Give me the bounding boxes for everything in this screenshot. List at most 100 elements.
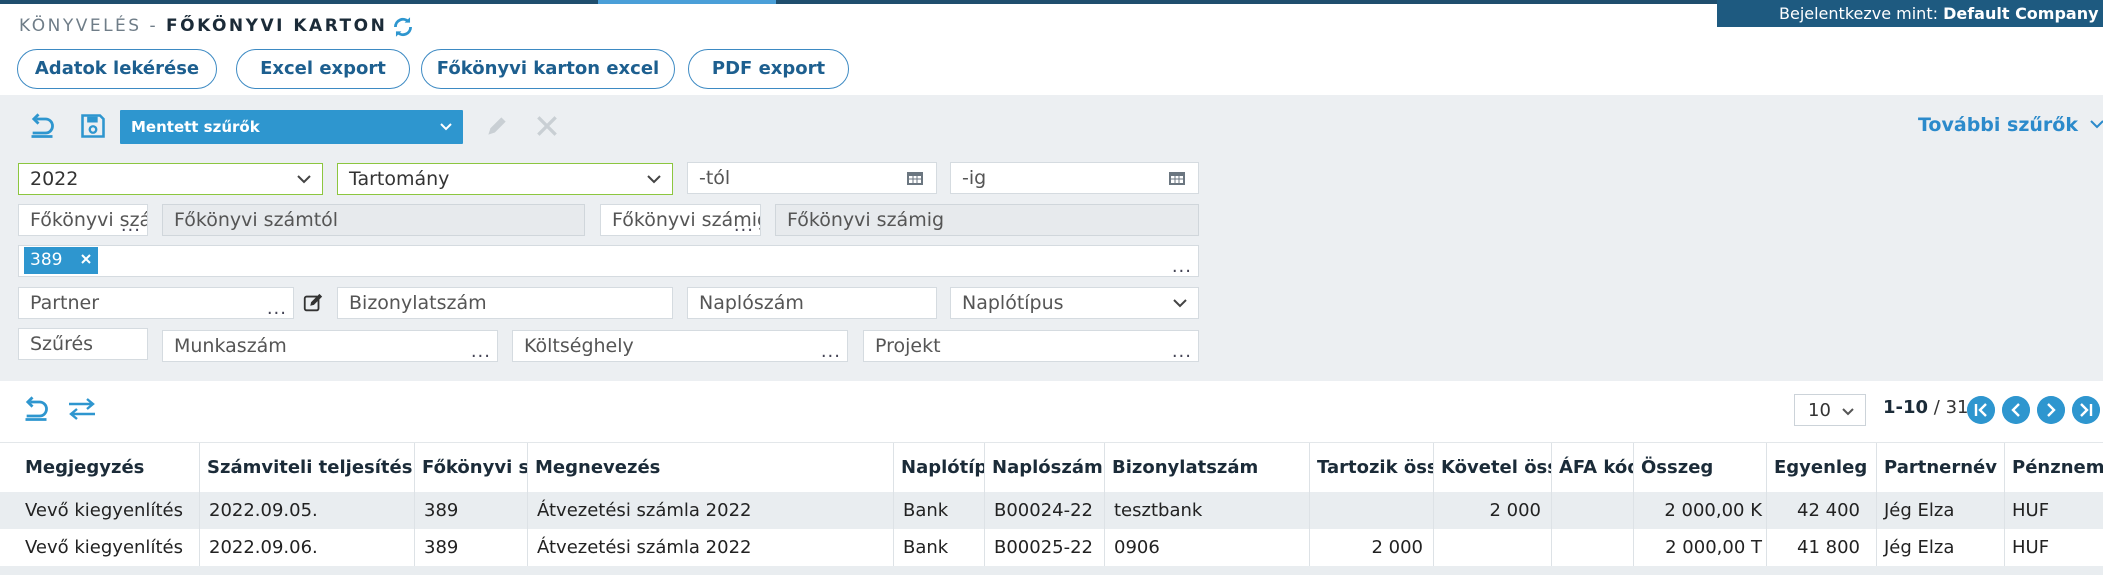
column-header[interactable]: Megnevezés bbox=[528, 443, 894, 493]
cell-date: 2022.09.06. bbox=[200, 529, 415, 566]
cell-vat bbox=[1552, 492, 1634, 529]
more-icon[interactable]: ... bbox=[471, 337, 491, 361]
column-header[interactable]: Megjegyzés bbox=[18, 443, 200, 493]
cell-amount: 2 000,00 T bbox=[1634, 529, 1767, 566]
cell-name: Átvezetési számla 2022 bbox=[528, 492, 894, 529]
column-header[interactable]: Naplótípus bbox=[894, 443, 985, 493]
remove-tag-icon[interactable] bbox=[80, 253, 92, 265]
cell-name: Átvezetési számla 2022 bbox=[528, 529, 894, 566]
ledger-card-excel-button[interactable]: Főkönyvi karton excel bbox=[421, 49, 675, 89]
last-page-icon[interactable] bbox=[2072, 396, 2100, 424]
account-from-lookup[interactable]: Főkönyvi szá... bbox=[18, 204, 148, 236]
loading-indicator bbox=[598, 0, 776, 4]
column-header[interactable]: Számviteli teljesítés dátuma bbox=[200, 443, 415, 493]
account-from-name: Főkönyvi számtól bbox=[162, 204, 585, 236]
calendar-icon[interactable] bbox=[906, 170, 924, 186]
filter-select[interactable]: Szűrés bbox=[18, 328, 148, 360]
cell-note: Vevő kiegyenlítés bbox=[18, 529, 200, 566]
pager-range: 1-10 / 31 bbox=[1883, 397, 1969, 418]
more-icon[interactable]: ... bbox=[267, 294, 287, 318]
date-from-input[interactable]: -tól bbox=[687, 162, 937, 194]
cell-journal-type: Bank bbox=[894, 529, 985, 566]
logged-in-user: Bejelentkezve mint: Default Company bbox=[1717, 0, 2103, 27]
journal-type-select[interactable]: Naplótípus bbox=[950, 287, 1199, 319]
cell-amount: 2 000,00 K bbox=[1634, 492, 1767, 529]
next-page-icon[interactable] bbox=[2037, 396, 2065, 424]
edit-partner-icon[interactable] bbox=[302, 292, 324, 314]
job-number-input[interactable]: Munkaszám... bbox=[162, 330, 498, 362]
cell-account: 389 bbox=[415, 529, 528, 566]
account-tag: 389 bbox=[24, 247, 98, 274]
column-header[interactable]: Összeg bbox=[1634, 443, 1767, 493]
column-header[interactable]: Tartozik összeg bbox=[1310, 443, 1434, 493]
table-header: Megjegyzés Számviteli teljesítés dátuma … bbox=[0, 442, 2103, 493]
page-title: FŐKÖNYVI KARTON bbox=[166, 16, 388, 36]
column-header[interactable]: ÁFA kód bbox=[1552, 443, 1634, 493]
cell-currency: HUF bbox=[2012, 500, 2050, 521]
column-header[interactable]: Követel összeg bbox=[1434, 443, 1552, 493]
cell-date: 2022.09.05. bbox=[200, 492, 415, 529]
project-input[interactable]: Projekt... bbox=[863, 330, 1199, 362]
cell-partner: Jég Elza bbox=[1877, 492, 2005, 529]
account-to-lookup[interactable]: Főkönyvi számig... bbox=[600, 204, 761, 236]
more-icon[interactable]: ... bbox=[821, 337, 841, 361]
date-to-input[interactable]: -ig bbox=[950, 162, 1199, 194]
breadcrumb-module: KÖNYVELÉS - bbox=[19, 16, 159, 36]
partner-input[interactable]: Partner... bbox=[18, 287, 294, 319]
table-row[interactable]: Vevő kiegyenlítés 2022.09.06. 389 Átveze… bbox=[0, 529, 2103, 566]
cell-balance: 42 400 bbox=[1767, 492, 1877, 529]
edit-icon[interactable] bbox=[484, 113, 510, 139]
swap-columns-icon[interactable] bbox=[67, 396, 97, 422]
column-header[interactable]: Egyenleg bbox=[1767, 443, 1877, 493]
more-icon[interactable]: ... bbox=[121, 211, 141, 235]
cell-document-no: 0906 bbox=[1105, 529, 1310, 566]
column-header[interactable]: Partnernév bbox=[1877, 443, 2005, 493]
save-icon[interactable] bbox=[79, 112, 107, 140]
cell-partner: Jég Elza bbox=[1877, 529, 2005, 566]
cell-currency: HUF bbox=[2012, 537, 2050, 558]
chevron-down-icon bbox=[647, 175, 661, 184]
cell-journal-no: B00024-22 bbox=[985, 492, 1105, 529]
column-header[interactable]: Naplószám bbox=[985, 443, 1105, 493]
fetch-data-button[interactable]: Adatok lekérése bbox=[17, 49, 217, 89]
cell-journal-no: B00025-22 bbox=[985, 529, 1105, 566]
table-row[interactable]: Vevő kiegyenlítés 2022.09.05. 389 Átveze… bbox=[0, 492, 2103, 529]
reset-table-icon[interactable] bbox=[22, 395, 50, 423]
reset-filters-icon[interactable] bbox=[28, 112, 56, 140]
chevron-down-icon bbox=[297, 175, 311, 184]
more-icon[interactable]: ... bbox=[1172, 337, 1192, 361]
first-page-icon[interactable] bbox=[1967, 396, 1995, 424]
refresh-icon[interactable] bbox=[390, 14, 416, 40]
cell-journal-type: Bank bbox=[894, 492, 985, 529]
calendar-icon[interactable] bbox=[1168, 170, 1186, 186]
cell-credit: 2 000 bbox=[1434, 492, 1552, 529]
cell-account: 389 bbox=[415, 492, 528, 529]
cell-credit bbox=[1434, 529, 1552, 566]
more-icon[interactable]: ... bbox=[734, 211, 754, 235]
cell-vat bbox=[1552, 529, 1634, 566]
range-select[interactable]: Tartomány bbox=[337, 163, 673, 195]
column-header[interactable]: Bizonylatszám bbox=[1105, 443, 1310, 493]
cell-balance: 41 800 bbox=[1767, 529, 1877, 566]
cell-note: Vevő kiegyenlítés bbox=[18, 492, 200, 529]
chevron-down-icon bbox=[1173, 299, 1187, 308]
account-to-name: Főkönyvi számig bbox=[775, 204, 1199, 236]
column-header[interactable]: Főkönyvi szám bbox=[415, 443, 528, 493]
saved-filters-select[interactable]: Mentett szűrők bbox=[120, 110, 463, 144]
previous-page-icon[interactable] bbox=[2002, 396, 2030, 424]
excel-export-button[interactable]: Excel export bbox=[236, 49, 410, 89]
account-tags-input[interactable]: ... bbox=[18, 245, 1199, 277]
more-icon[interactable]: ... bbox=[1172, 252, 1192, 276]
journal-number-input[interactable]: Naplószám bbox=[687, 287, 937, 319]
more-filters-toggle[interactable]: További szűrők bbox=[1918, 114, 2103, 136]
page-size-select[interactable]: 10 bbox=[1794, 394, 1866, 426]
column-header[interactable]: Pénznem bbox=[2005, 443, 2103, 493]
cost-center-input[interactable]: Költséghely... bbox=[512, 330, 848, 362]
year-select[interactable]: 2022 bbox=[18, 163, 323, 195]
delete-icon[interactable] bbox=[534, 113, 560, 139]
chevron-down-icon bbox=[440, 123, 452, 131]
cell-debit: 2 000 bbox=[1310, 529, 1434, 566]
document-number-input[interactable]: Bizonylatszám bbox=[337, 287, 673, 319]
cell-document-no: tesztbank bbox=[1105, 492, 1310, 529]
pdf-export-button[interactable]: PDF export bbox=[688, 49, 849, 89]
